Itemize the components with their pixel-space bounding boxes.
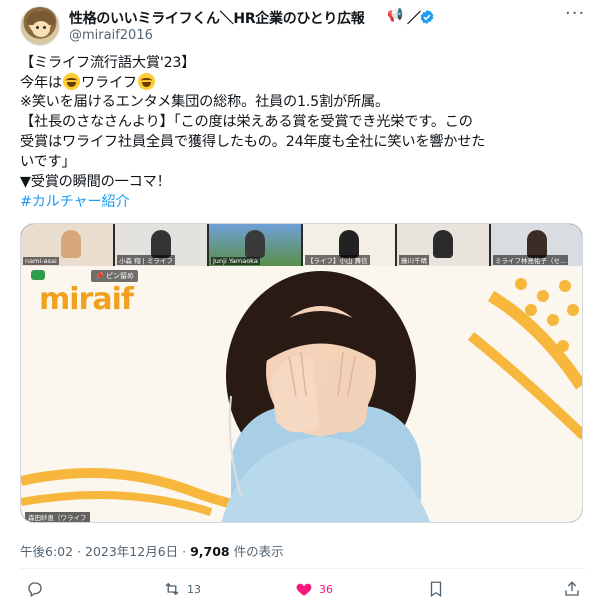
participant-name: 藤川千晴 [399,255,429,265]
grinning-face-icon [137,73,155,90]
retweet-button[interactable]: 13 [163,578,201,600]
participant-name: nami-asai [23,257,59,265]
participant-tile: ミライフ林島佑子（セ... [491,224,582,266]
tweet-line: 受賞はワライフ社員全員で獲得したもの。24年度も全社に笑いを響かせた [20,134,486,150]
author-display-name[interactable]: 性格のいいミライフくん＼HR企業のひとり広報 [69,8,365,28]
view-count: 9,708 [190,544,230,559]
divider [20,568,585,569]
megaphone-icon: 📢 [387,8,404,23]
participant-tile: Junji Yamaoka [209,224,301,266]
pinned-badge: 📌 ピン留め [91,270,138,282]
verified-badge-icon [420,10,434,24]
view-count-suffix: 件の表示 [229,544,284,559]
pinned-label: ピン留め [105,272,134,280]
like-count: 36 [319,582,333,596]
post-time: 午後6:02 · 2023年12月6日 · [20,544,191,559]
reply-button[interactable] [26,578,44,600]
retweet-icon [165,582,179,596]
reply-icon [28,582,42,597]
participant-tile: 小森 翔 | ミライフ [115,224,207,266]
tweet-line-middle: ワライフ [80,75,137,91]
heart-icon [296,583,312,596]
tweet-line: 【ミライフ流行語大賞'23】 [20,55,196,71]
participant-strip: nami-asai 小森 翔 | ミライフ Junji Yamaoka 【ライフ… [21,224,582,266]
participant-tile: 【ライフ】小山 舞信 [303,224,395,266]
author-handle[interactable]: @miraif2016 [69,28,153,43]
mic-on-icon [31,270,45,280]
tweet-line: ▼受賞の瞬間の一コマ！ [20,174,171,190]
tweet-line-prefix: 今年は [20,75,62,91]
miraif-logo: miraif [39,282,134,317]
tweet-line: いです」 [20,154,76,170]
hashtag-link[interactable]: #カルチャー紹介 [20,193,590,212]
retweet-count: 13 [187,582,201,596]
bookmark-button[interactable] [427,578,445,600]
participant-name: Junji Yamaoka [211,257,260,265]
avatar[interactable] [20,6,60,46]
tweet-line: 【社長のさなさんより】「この度は栄えある賞を受賞でき光栄です。この [20,114,473,130]
tweet-card: 性格のいいミライフくん＼HR企業のひとり広報 📢 ／ @miraif2016 ·… [0,0,607,607]
tweet-line: ※笑いを届けるエンタメ集団の総称。社員の1.5割が所属。 [20,94,389,110]
bookmark-icon [430,581,442,598]
grinning-face-icon [62,73,80,90]
participant-name: 【ライフ】小山 舞信 [305,255,370,265]
participant-tile: nami-asai [21,224,113,266]
main-video-stage: 📌 ピン留め miraif 森田紗恵（ワライフ [21,266,582,522]
more-options-icon[interactable]: ··· [565,5,585,23]
tweet-photo[interactable]: nami-asai 小森 翔 | ミライフ Junji Yamaoka 【ライフ… [20,223,583,523]
tweet-line: 今年は ワライフ [20,73,590,93]
participant-name: ミライフ林島佑子（セ... [493,255,569,265]
tweet-timestamp[interactable]: 午後6:02 · 2023年12月6日 · 9,708 件の表示 [20,541,284,560]
participant-name: 小森 翔 | ミライフ [117,255,175,265]
share-button[interactable] [563,578,581,600]
share-icon [565,581,579,596]
stage-participant-name: 森田紗恵（ワライフ [25,512,90,522]
like-button[interactable]: 36 [295,578,333,600]
participant-tile: 藤川千晴 [397,224,489,266]
